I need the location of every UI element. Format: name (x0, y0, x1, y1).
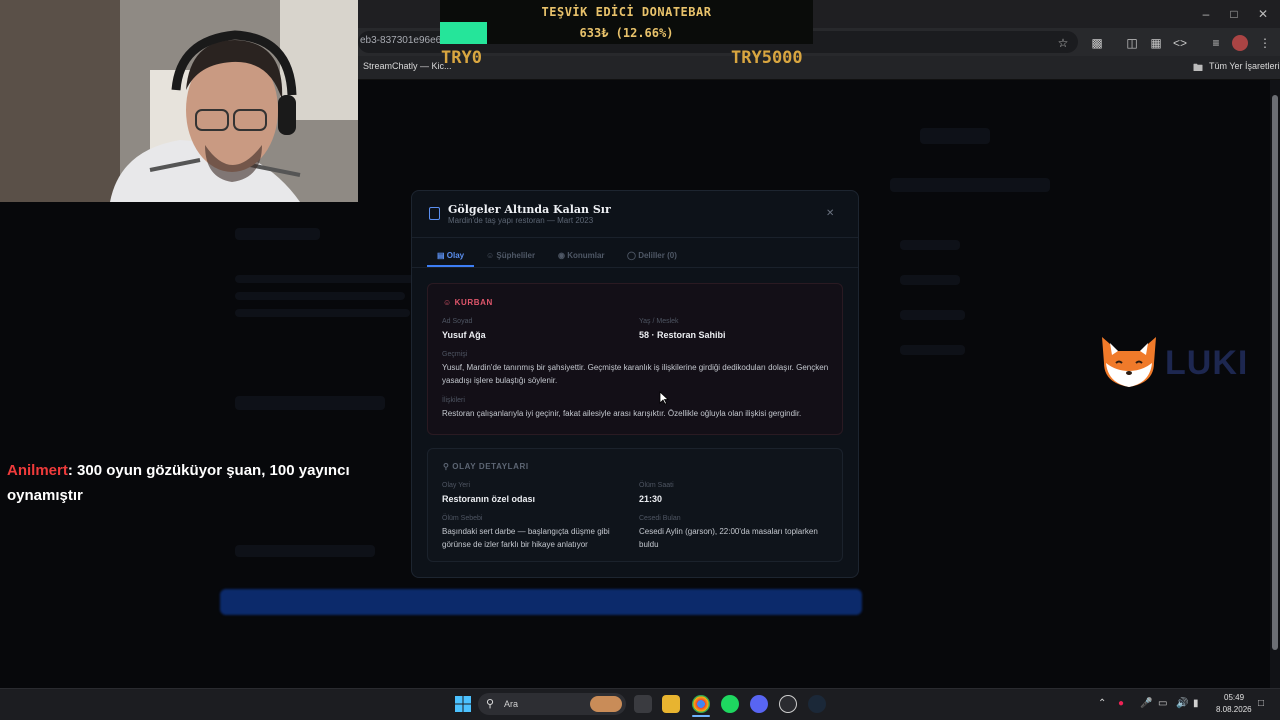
body-finder: Cesedi Aylin (garson), 22:00'da masaları… (639, 527, 818, 549)
grid-icon[interactable]: ▦ (1148, 35, 1164, 51)
tab-deliller[interactable]: ◯ Deliller (0) (627, 251, 677, 260)
donation-title: TEŞVİK EDİCİ DONATEBAR (541, 5, 712, 19)
active-app-indicator (692, 715, 710, 717)
bookmark-star-icon[interactable]: ☆ (1055, 35, 1071, 51)
profile-avatar[interactable] (1232, 35, 1248, 51)
search-highlight-image (590, 696, 622, 712)
menu-icon[interactable]: ⋮ (1257, 35, 1273, 51)
time-label: Ölüm Saati (639, 482, 674, 489)
background-sidebar-title (890, 178, 1050, 192)
search-icon: ⚲ (486, 698, 495, 710)
chevron-up-icon[interactable]: ⌃ (1098, 698, 1106, 709)
obs-icon[interactable] (779, 695, 797, 713)
extensions-icon[interactable]: ▩ (1089, 35, 1105, 51)
clock-time[interactable]: 05:49 (1224, 693, 1244, 702)
app-tray-icon[interactable]: ● (1118, 698, 1124, 709)
background-text (235, 309, 410, 317)
document-icon (429, 207, 440, 220)
victim-relations: Restoran çalışanlarıyla iyi geçinir, fak… (442, 409, 802, 418)
active-tab-indicator (427, 265, 474, 267)
location-pin-icon: ◉ (558, 251, 568, 260)
tabs-divider (412, 267, 858, 268)
crime-place: Restoranın özel odası (442, 494, 536, 504)
tab-supheliler[interactable]: ☺ Şüpheliler (486, 251, 535, 260)
microphone-icon[interactable]: 🎤 (1140, 698, 1152, 709)
scrollbar-thumb[interactable] (1272, 95, 1278, 650)
tab-olay[interactable]: ▤ Olay (437, 251, 464, 260)
chrome-icon[interactable] (692, 695, 710, 713)
windows-start-icon[interactable] (455, 696, 471, 712)
modal-subtitle: Mardin'de taş yapı restoran — Mart 2023 (448, 216, 594, 225)
code-icon[interactable]: <> (1172, 35, 1188, 51)
background-text (235, 292, 405, 300)
fox-logo-icon (1102, 337, 1156, 387)
relations-label: İlişkileri (442, 397, 465, 404)
cause-label: Ölüm Sebebi (442, 515, 483, 522)
age-label: Yaş / Meslek (639, 318, 679, 325)
victim-age: 58 · Restoran Sahibi (639, 330, 726, 340)
bookmark-streamchatly[interactable]: StreamChatly — Kic... (363, 61, 452, 71)
spotify-icon[interactable] (721, 695, 739, 713)
close-modal-icon[interactable]: ✕ (826, 208, 834, 219)
users-icon: ☺ (486, 251, 497, 260)
file-explorer-icon[interactable] (662, 695, 680, 713)
place-label: Olay Yeri (442, 482, 471, 489)
victim-header: ☺ KURBAN (443, 298, 493, 307)
details-header: ⚲ OLAY DETAYLARI (443, 462, 529, 471)
maximize-icon[interactable]: □ (1226, 6, 1242, 22)
finder-label: Cesedi Bulan (639, 515, 681, 522)
name-label: Ad Soyad (442, 318, 473, 325)
victim-past: Yusuf, Mardin'de tanınmış bir şahsiyetti… (442, 363, 829, 385)
battery-icon[interactable]: ▮ (1193, 698, 1199, 709)
speaker-icon[interactable]: 🔊 (1176, 698, 1188, 709)
folder-icon: 🖿 (1193, 63, 1203, 74)
reading-list-icon[interactable]: ≡ (1208, 35, 1224, 51)
person-icon: ☺ (443, 298, 455, 307)
chat-message: Anilmert: 300 oyun gözüküyor şuan, 100 y… (0, 458, 350, 510)
background-text (235, 275, 415, 283)
background-sidebar-item (900, 310, 965, 320)
chat-username: Anilmert (7, 462, 68, 479)
logo-text: LUKI (1165, 344, 1249, 382)
mouse-cursor (659, 391, 669, 405)
search-icon: ⚲ (443, 462, 453, 471)
all-bookmarks-link[interactable]: Tüm Yer İşaretleri (1209, 61, 1280, 71)
chat-line: Anilmert: 300 oyun gözüküyor şuan, 100 y… (0, 458, 350, 508)
clock-date[interactable]: 8.08.2026 (1216, 705, 1252, 714)
donation-max-label: TRY5000 (731, 48, 803, 68)
background-item (235, 545, 375, 557)
tab-konumlar[interactable]: ◉ Konumlar (558, 251, 605, 260)
task-view-icon[interactable] (634, 695, 652, 713)
book-icon: ▤ (437, 251, 447, 260)
background-sidebar-item (900, 345, 965, 355)
background-primary-button (220, 589, 862, 615)
background-button (920, 128, 990, 144)
donation-amount: 633₺ (12.66%) (579, 26, 674, 40)
search-label[interactable]: Ara (504, 699, 518, 709)
notification-icon[interactable]: □ (1258, 698, 1264, 709)
past-label: Geçmişi (442, 351, 468, 358)
donation-min-label: TRY0 (441, 48, 482, 68)
background-item (235, 396, 385, 410)
url-text[interactable]: eb3-837301e96e64 (360, 35, 447, 46)
streamer-video (0, 0, 358, 202)
victim-name: Yusuf Ağa (442, 330, 486, 340)
minimize-icon[interactable]: – (1198, 6, 1214, 22)
modal-divider (412, 237, 858, 238)
monitor-icon[interactable]: ▭ (1158, 698, 1167, 709)
background-sidebar-item (900, 275, 960, 285)
death-cause: Başındaki sert darbe — başlangıçta düşme… (442, 527, 610, 549)
steam-icon[interactable] (808, 695, 826, 713)
death-time: 21:30 (639, 494, 663, 504)
trash-icon[interactable]: ◫ (1124, 35, 1140, 51)
discord-icon[interactable] (750, 695, 768, 713)
modal-title: Gölgeler Altında Kalan Sır (448, 203, 611, 216)
webcam-feed (0, 0, 358, 202)
background-heading (235, 228, 320, 240)
close-icon[interactable]: ✕ (1255, 6, 1271, 22)
shield-icon: ◯ (627, 251, 639, 260)
background-sidebar-item (900, 240, 960, 250)
